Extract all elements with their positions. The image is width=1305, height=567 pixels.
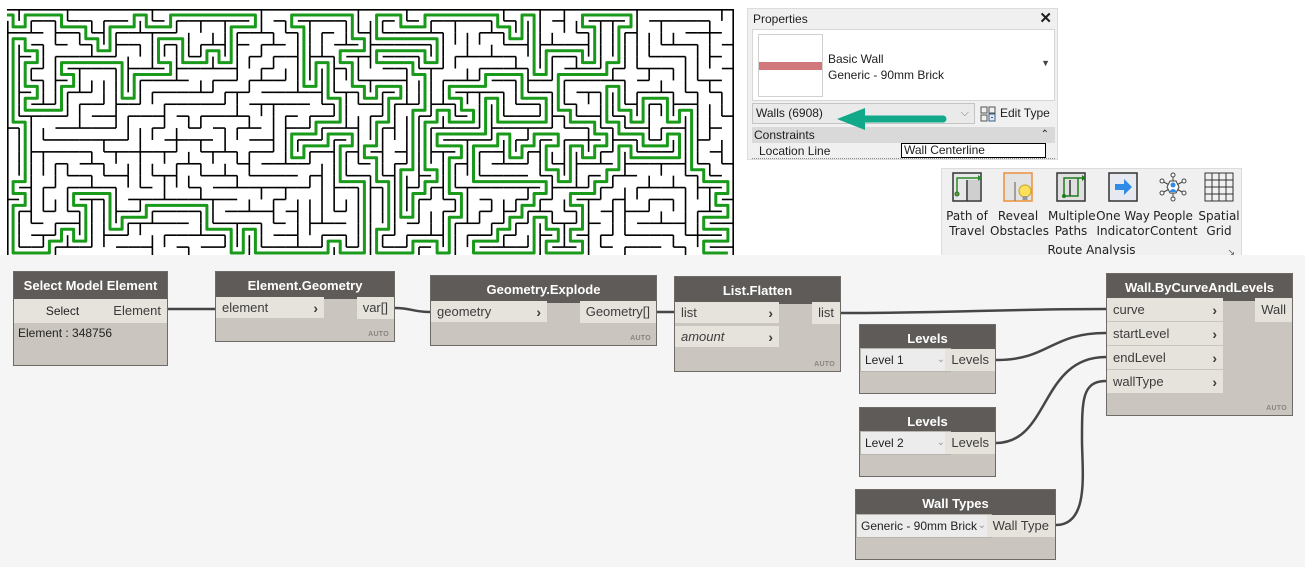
output-port-levels[interactable]: Levels bbox=[945, 432, 995, 454]
edit-type-button[interactable]: Edit Type bbox=[980, 103, 1050, 124]
chevron-down-icon[interactable]: ▼ bbox=[1041, 58, 1050, 68]
ribbon-button-path-of-travel[interactable]: Path of Travel bbox=[946, 172, 988, 239]
wall-type-dropdown[interactable]: Generic - 90mm Brick ⌄ bbox=[856, 514, 992, 538]
chevron-right-icon: › bbox=[1212, 374, 1217, 390]
node-title: Element.Geometry bbox=[216, 272, 394, 299]
button-label: Reveal Obstacles bbox=[990, 209, 1049, 238]
chevron-right-icon: › bbox=[768, 305, 773, 321]
level-dropdown[interactable]: Level 2 ⌄ bbox=[860, 431, 951, 455]
edit-type-icon bbox=[980, 106, 996, 122]
element-id-readout: Element : 348756 bbox=[18, 326, 113, 340]
property-row-location-line: Location Line Wall Centerline bbox=[752, 143, 1055, 159]
node-title: List.Flatten bbox=[675, 277, 840, 304]
output-port-levels[interactable]: Levels bbox=[945, 349, 995, 371]
output-port-geometry-list[interactable]: Geometry[] bbox=[579, 301, 656, 323]
lacing-auto-label: AUTO bbox=[630, 335, 651, 342]
chevron-down-icon: ⌵ bbox=[960, 107, 969, 119]
node-title: Select Model Element bbox=[14, 272, 167, 299]
ribbon-button-people-content[interactable]: People Content bbox=[1150, 172, 1198, 239]
chevron-down-icon: ⌄ bbox=[936, 354, 945, 365]
chevron-right-icon: › bbox=[1212, 326, 1217, 342]
multiple-paths-icon bbox=[1056, 172, 1086, 202]
button-label: One Way Indicator bbox=[1096, 209, 1150, 238]
lacing-auto-label: AUTO bbox=[368, 331, 389, 338]
output-port-wall[interactable]: Wall bbox=[1255, 298, 1292, 322]
button-label: Path of Travel bbox=[946, 209, 988, 238]
input-port-wall-type[interactable]: wallType › bbox=[1107, 370, 1223, 394]
input-port-end-level[interactable]: endLevel › bbox=[1107, 346, 1223, 370]
node-title: Wall.ByCurveAndLevels bbox=[1107, 274, 1292, 301]
type-name-value: Generic - 90mm Brick bbox=[828, 68, 945, 82]
output-port-list[interactable]: list bbox=[812, 302, 840, 324]
button-label: Multiple Paths bbox=[1048, 209, 1096, 238]
lacing-auto-label: AUTO bbox=[814, 361, 835, 368]
output-port-var[interactable]: var[] bbox=[356, 297, 394, 319]
people-content-icon bbox=[1159, 172, 1187, 202]
ribbon-button-spatial-grid[interactable]: Spatial Grid bbox=[1197, 172, 1241, 239]
chevron-right-icon: › bbox=[1212, 350, 1217, 366]
type-name: Basic Wall Generic - 90mm Brick bbox=[828, 51, 944, 83]
maze-image bbox=[7, 9, 734, 259]
button-label: People Content bbox=[1150, 209, 1198, 238]
reveal-obstacles-icon bbox=[1003, 172, 1033, 202]
section-title: Constraints bbox=[754, 128, 815, 142]
maze-solution-path bbox=[7, 13, 730, 255]
annotation-arrow bbox=[837, 108, 947, 130]
chevron-right-icon: › bbox=[1212, 302, 1217, 318]
path-of-travel-icon bbox=[952, 172, 982, 202]
input-port-element[interactable]: element › bbox=[216, 297, 324, 319]
input-port-start-level[interactable]: startLevel › bbox=[1107, 322, 1223, 346]
wall-type-swatch bbox=[758, 34, 823, 97]
collapse-icon[interactable]: ⌃ bbox=[1041, 127, 1049, 143]
node-wall-types[interactable]: Wall Types Generic - 90mm Brick ⌄ Wall Ty… bbox=[855, 489, 1056, 560]
ribbon-button-multiple-paths[interactable]: Multiple Paths bbox=[1048, 172, 1096, 239]
chevron-down-icon: ⌄ bbox=[936, 437, 945, 448]
property-value-input[interactable]: Wall Centerline bbox=[901, 143, 1046, 158]
node-list-flatten[interactable]: List.Flatten list › amount › list AUTO bbox=[674, 276, 841, 372]
type-selector[interactable]: Basic Wall Generic - 90mm Brick ▼ bbox=[752, 29, 1055, 101]
node-wall-by-curve-and-levels[interactable]: Wall.ByCurveAndLevels curve › startLevel ›… bbox=[1106, 273, 1293, 416]
chevron-right-icon: › bbox=[536, 304, 541, 320]
input-port-curve[interactable]: curve › bbox=[1107, 298, 1223, 322]
button-label: Spatial Grid bbox=[1198, 209, 1240, 238]
lacing-auto-label: AUTO bbox=[1266, 405, 1287, 412]
output-port-wall-type[interactable]: Wall Type bbox=[986, 515, 1055, 537]
properties-palette: Properties ✕ Basic Wall Generic - 90mm B… bbox=[747, 8, 1058, 160]
ribbon-button-one-way-indicator[interactable]: One Way Indicator bbox=[1096, 172, 1150, 239]
chevron-right-icon: › bbox=[313, 300, 318, 316]
instance-filter-value: Walls (6908) bbox=[756, 106, 823, 120]
node-title: Wall Types bbox=[856, 490, 1055, 517]
select-button[interactable]: Select bbox=[14, 299, 112, 323]
node-select-model-element[interactable]: Select Model Element Select Element Elem… bbox=[13, 271, 168, 366]
edit-type-label: Edit Type bbox=[1000, 106, 1050, 120]
properties-title: Properties bbox=[753, 12, 808, 26]
node-element-geometry[interactable]: Element.Geometry element › var[] AUTO bbox=[215, 271, 395, 342]
node-title: Geometry.Explode bbox=[431, 276, 656, 303]
property-key: Location Line bbox=[759, 144, 831, 158]
output-port-element[interactable]: Element bbox=[107, 299, 167, 323]
input-port-list[interactable]: list › bbox=[675, 302, 779, 324]
node-geometry-explode[interactable]: Geometry.Explode geometry › Geometry[] AU… bbox=[430, 275, 657, 346]
node-levels-1[interactable]: Levels Level 1 ⌄ Levels bbox=[859, 324, 996, 394]
chevron-down-icon: ⌄ bbox=[977, 520, 986, 531]
node-levels-2[interactable]: Levels Level 2 ⌄ Levels bbox=[859, 407, 996, 477]
wall-swatch-bar bbox=[759, 62, 822, 70]
spatial-grid-icon bbox=[1204, 172, 1234, 202]
ribbon-panel-route-analysis: Path of Travel Reveal Obstacles Multiple Pa… bbox=[941, 168, 1242, 263]
one-way-indicator-icon bbox=[1108, 172, 1138, 202]
level-dropdown[interactable]: Level 1 ⌄ bbox=[860, 348, 951, 372]
ribbon-button-reveal-obstacles[interactable]: Reveal Obstacles bbox=[990, 172, 1049, 239]
chevron-right-icon: › bbox=[768, 329, 773, 345]
type-family: Basic Wall bbox=[828, 52, 884, 66]
close-icon[interactable]: ✕ bbox=[1039, 9, 1052, 27]
input-port-geometry[interactable]: geometry › bbox=[431, 301, 547, 323]
input-port-amount[interactable]: amount › bbox=[675, 326, 779, 348]
